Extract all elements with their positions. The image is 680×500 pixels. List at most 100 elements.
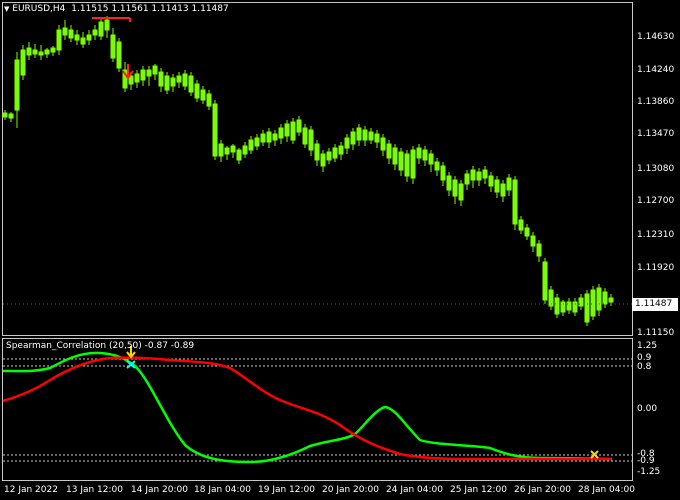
candle-body bbox=[266, 131, 272, 143]
candle-body bbox=[518, 219, 524, 231]
spearman-fast-line bbox=[2, 351, 613, 464]
candle-body bbox=[476, 171, 482, 181]
candle-body bbox=[308, 129, 314, 151]
time-label: 28 Jan 04:00 bbox=[578, 485, 635, 495]
candle-body bbox=[116, 41, 122, 69]
candle-body bbox=[470, 169, 476, 181]
price-label: 1.14630 bbox=[637, 32, 675, 42]
candle-body bbox=[368, 131, 374, 141]
candle-body bbox=[524, 227, 530, 237]
candle-body bbox=[242, 145, 248, 155]
dropdown-triangle-icon[interactable]: ▼ bbox=[4, 5, 9, 13]
candle-body bbox=[506, 177, 512, 191]
price-label: 1.13860 bbox=[637, 97, 675, 107]
price-label: 1.12700 bbox=[637, 196, 675, 206]
candle-body bbox=[602, 291, 608, 305]
price-label: 1.12310 bbox=[637, 230, 675, 240]
candle-body bbox=[578, 297, 584, 307]
candle-body bbox=[332, 147, 338, 159]
price-label: 1.11150 bbox=[637, 328, 675, 338]
candle-body bbox=[464, 173, 470, 185]
candle-body bbox=[584, 293, 590, 323]
candle-body bbox=[290, 121, 296, 141]
symbol-timeframe: EURUSD,H4 bbox=[12, 4, 66, 14]
candle-body bbox=[170, 77, 176, 87]
chart-canvas bbox=[2, 16, 632, 464]
candle-body bbox=[194, 83, 200, 99]
candle-body bbox=[272, 133, 278, 141]
candle-body bbox=[206, 93, 212, 107]
candle-body bbox=[14, 59, 20, 111]
candle-body bbox=[248, 139, 254, 151]
candle-body bbox=[512, 179, 518, 225]
indicator-header: Spearman_Correlation (20,50) -0.87 -0.89 bbox=[6, 341, 195, 351]
candle-body bbox=[398, 151, 404, 171]
price-label: 1.13470 bbox=[637, 129, 675, 139]
candle-body bbox=[68, 29, 74, 39]
candle-body bbox=[140, 69, 146, 81]
indicator-level-label: 0.8 bbox=[637, 362, 652, 372]
candle-body bbox=[200, 89, 206, 101]
candle-body bbox=[80, 37, 86, 45]
candle-body bbox=[362, 129, 368, 141]
price-label: 1.11920 bbox=[637, 263, 675, 273]
candle-body bbox=[554, 297, 560, 315]
candle-body bbox=[452, 179, 458, 197]
time-label: 19 Jan 12:00 bbox=[258, 485, 315, 495]
candle-body bbox=[356, 127, 362, 141]
candle-body bbox=[164, 75, 170, 91]
time-label: 18 Jan 04:00 bbox=[194, 485, 251, 495]
candle-body bbox=[44, 49, 50, 55]
candle-body bbox=[440, 165, 446, 181]
time-label: 26 Jan 20:00 bbox=[514, 485, 571, 495]
ohlc-values: 1.11515 1.11561 1.11413 1.11487 bbox=[71, 4, 229, 14]
time-label: 12 Jan 2022 bbox=[4, 485, 58, 495]
candle-body bbox=[374, 133, 380, 143]
price-label: 1.13080 bbox=[637, 164, 675, 174]
candle-body bbox=[50, 47, 56, 53]
candle-body bbox=[254, 137, 260, 147]
candle-body bbox=[92, 29, 98, 36]
candle-body bbox=[188, 75, 194, 93]
candle-body bbox=[536, 243, 542, 257]
candle-body bbox=[482, 169, 488, 179]
candle-body bbox=[224, 147, 230, 155]
candle-body bbox=[110, 34, 116, 59]
candle-body bbox=[596, 287, 602, 311]
candle-body bbox=[230, 145, 236, 153]
candle-body bbox=[320, 153, 326, 167]
candle-body bbox=[302, 127, 308, 145]
candle-body bbox=[500, 183, 506, 197]
candle-body bbox=[146, 69, 152, 77]
candle-body bbox=[494, 179, 500, 193]
candle-body bbox=[386, 143, 392, 159]
candle-body bbox=[38, 51, 44, 56]
time-label: 25 Jan 12:00 bbox=[450, 485, 507, 495]
candle-body bbox=[236, 149, 242, 161]
candle-body bbox=[542, 261, 548, 301]
candle-body bbox=[20, 49, 26, 76]
candle-body bbox=[2, 112, 8, 118]
candle-body bbox=[56, 29, 62, 51]
candle-body bbox=[344, 137, 350, 149]
candle-body bbox=[26, 47, 32, 56]
candle-body bbox=[458, 183, 464, 201]
time-label: 24 Jan 04:00 bbox=[386, 485, 443, 495]
indicator-level-label: 1.25 bbox=[637, 341, 658, 351]
candle-body bbox=[590, 289, 596, 317]
candle-body bbox=[314, 143, 320, 161]
candle-body bbox=[158, 71, 164, 87]
candle-body bbox=[98, 21, 104, 37]
candle-body bbox=[428, 153, 434, 165]
symbol-header: ▼ EURUSD,H4 1.11515 1.11561 1.11413 1.11… bbox=[4, 4, 229, 15]
spearman-slow-line bbox=[2, 356, 612, 461]
candle-body bbox=[104, 19, 110, 31]
indicator-level-label: -1.25 bbox=[637, 467, 661, 477]
candle-body bbox=[380, 137, 386, 151]
candle-body bbox=[566, 301, 572, 311]
candle-body bbox=[212, 103, 218, 157]
indicator-level-label: 0.00 bbox=[637, 404, 658, 414]
candle-body bbox=[32, 49, 38, 55]
candle-body bbox=[218, 143, 224, 157]
candle-body bbox=[338, 145, 344, 155]
